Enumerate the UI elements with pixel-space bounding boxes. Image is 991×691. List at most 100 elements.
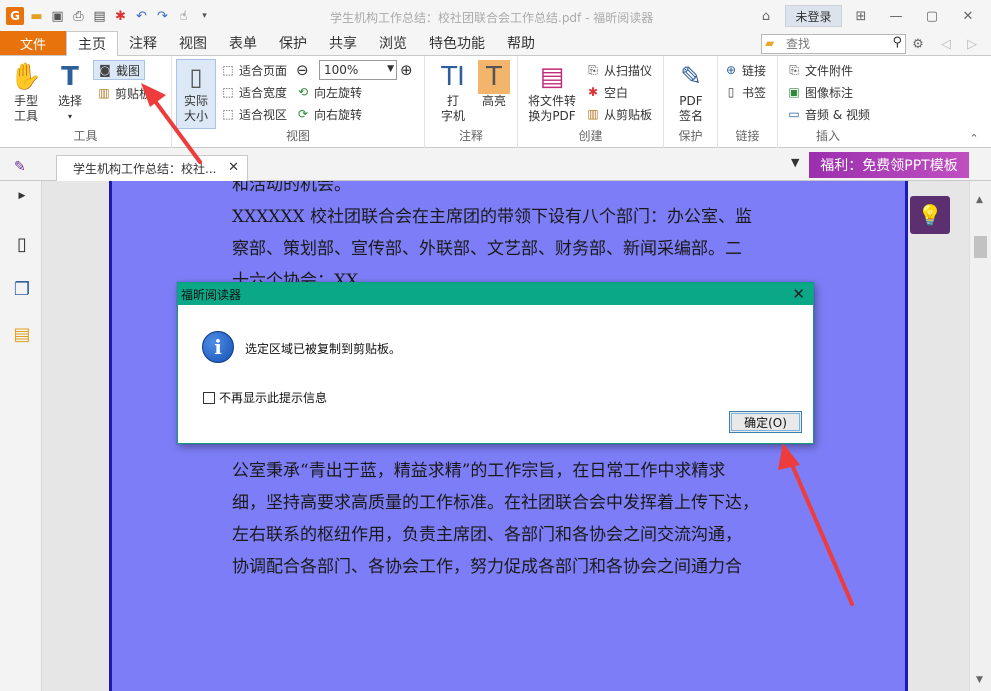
- checkbox-box[interactable]: [203, 391, 215, 404]
- audio-video-label: 音频 & 视频: [805, 107, 870, 122]
- tab-list-dropdown-icon[interactable]: ▼: [791, 156, 799, 169]
- dialog-title: 福昕阅读器: [181, 287, 242, 302]
- blank-button[interactable]: ✱ 空白: [586, 82, 628, 102]
- group-annotate: TI 打 字机 T 高亮 注释: [425, 56, 518, 148]
- group-tools-label: 工具: [73, 129, 98, 143]
- select-tool-button[interactable]: T 选择 ▾: [54, 60, 86, 124]
- quick-access-toolbar: G ▬ ▣ ⎙ ▤ ✱ ↶ ↷ ☝ ▾: [0, 7, 213, 25]
- image-icon: ▣: [788, 85, 800, 99]
- print-icon[interactable]: ⎙: [70, 8, 87, 25]
- fit-visible-label: 适合视区: [239, 107, 288, 122]
- typewriter-button[interactable]: TI 打 字机: [437, 60, 469, 124]
- grid-menu-icon[interactable]: ⊞: [851, 6, 871, 26]
- convert-to-pdf-button[interactable]: ▤ 将文件转 换为PDF: [528, 60, 576, 124]
- actual-size-button[interactable]: ▯ 实际 大小: [176, 59, 216, 129]
- dont-show-again-checkbox[interactable]: 不再显示此提示信息: [203, 389, 327, 406]
- redo-icon[interactable]: ↷: [154, 8, 171, 25]
- group-create: ▤ 将文件转 换为PDF ⎘ 从扫描仪 ✱ 空白 ▥ 从剪贴板 创建: [518, 56, 664, 148]
- login-button[interactable]: 未登录: [785, 5, 842, 27]
- tab-comment[interactable]: 注释: [118, 31, 168, 55]
- lightbulb-icon[interactable]: 💡: [910, 196, 950, 234]
- tab-view[interactable]: 视图: [168, 31, 218, 55]
- fit-visible-icon: ⬚: [222, 107, 234, 121]
- clipboard-create-icon: ▥: [587, 107, 599, 121]
- rotate-right-icon: ⟳: [297, 107, 309, 121]
- link-button[interactable]: ⊕ 链接: [724, 60, 766, 80]
- actual-size-label: 实际 大小: [183, 94, 208, 123]
- new-icon[interactable]: ✱: [112, 8, 129, 25]
- properties-icon[interactable]: ▤: [91, 8, 108, 25]
- find-tool-icon[interactable]: ▰: [765, 36, 774, 50]
- group-view-label: 视图: [285, 129, 310, 143]
- link-label: 链接: [742, 63, 767, 78]
- close-window-icon[interactable]: ✕: [958, 6, 978, 26]
- collapse-ribbon-icon[interactable]: ⌃: [964, 128, 984, 148]
- doc-line: 察部、策划部、宣传部、外联部、文艺部、财务部、新闻采编部。二: [232, 239, 742, 259]
- bookmark-icon: ▯: [727, 85, 735, 99]
- comments-panel-icon[interactable]: ▤: [12, 323, 32, 345]
- scroll-up-icon[interactable]: ▲: [976, 195, 983, 205]
- tab-home[interactable]: 主页: [66, 31, 118, 56]
- checkbox-label: 不再显示此提示信息: [219, 391, 328, 405]
- forward-nav-icon[interactable]: ▷: [962, 34, 982, 54]
- tab-browse[interactable]: 浏览: [368, 31, 418, 55]
- rotate-right-button[interactable]: ⟳ 向右旋转: [296, 104, 362, 124]
- settings-gear-icon[interactable]: ⚙: [908, 34, 928, 54]
- rotate-left-button[interactable]: ⟲ 向左旋转: [296, 82, 362, 102]
- doc-line: 协调配合各部门、各协会工作，努力促成各部门和各协会之间通力合: [232, 557, 742, 577]
- foxit-logo-icon[interactable]: G: [6, 7, 24, 25]
- tab-features[interactable]: 特色功能: [418, 31, 496, 55]
- promo-banner[interactable]: 福利：免费领PPT模板: [809, 152, 969, 178]
- tab-help[interactable]: 帮助: [496, 31, 546, 55]
- skin-icon[interactable]: ⌂: [756, 6, 776, 26]
- back-nav-icon[interactable]: ◁: [936, 34, 956, 54]
- vertical-scrollbar[interactable]: ▲ ▼: [969, 181, 991, 691]
- bookmark-panel-icon[interactable]: ▯: [12, 233, 32, 255]
- expand-panel-icon[interactable]: ▶: [12, 185, 32, 207]
- hand-tool-button[interactable]: ✋ 手型 工具: [10, 60, 42, 124]
- undo-icon[interactable]: ↶: [133, 8, 150, 25]
- sidebar-toggle-icon[interactable]: ✎: [14, 159, 32, 175]
- search-input[interactable]: [786, 37, 894, 51]
- tab-file[interactable]: 文件: [0, 31, 66, 55]
- clipboard-label: 剪贴板: [115, 86, 152, 101]
- pages-panel-icon[interactable]: ❐: [12, 278, 32, 300]
- scroll-thumb[interactable]: [974, 236, 987, 258]
- fit-width-button[interactable]: ⬚ 适合宽度: [221, 82, 287, 102]
- zoom-value: 100%: [324, 63, 359, 77]
- hand-tool-icon[interactable]: ☝: [175, 8, 192, 25]
- zoom-in-icon[interactable]: ⊕: [400, 60, 413, 80]
- ok-button[interactable]: 确定(O): [729, 411, 802, 433]
- tab-form[interactable]: 表单: [218, 31, 268, 55]
- highlight-label: 高亮: [481, 94, 506, 108]
- from-scanner-button[interactable]: ⎘ 从扫描仪: [586, 60, 652, 80]
- fit-visible-button[interactable]: ⬚ 适合视区: [221, 104, 287, 124]
- dialog-message: 选定区域已被复制到剪贴板。: [245, 342, 402, 356]
- clipboard-button[interactable]: ▥ 剪贴板 ▾: [97, 83, 159, 103]
- tab-protect[interactable]: 保护: [268, 31, 318, 55]
- audio-video-button[interactable]: ▭ 音频 & 视频: [787, 104, 870, 124]
- fit-page-button[interactable]: ⬚ 适合页面: [221, 60, 287, 80]
- close-tab-icon[interactable]: ✕: [228, 160, 239, 175]
- customize-dropdown-icon[interactable]: ▾: [196, 8, 213, 25]
- dialog-close-icon[interactable]: ✕: [792, 285, 805, 303]
- minimize-icon[interactable]: —: [886, 6, 906, 26]
- image-annotation-button[interactable]: ▣ 图像标注: [787, 82, 853, 102]
- maximize-icon[interactable]: ▢: [922, 6, 942, 26]
- screenshot-button[interactable]: ◙ 截图: [93, 60, 146, 80]
- from-clipboard-button[interactable]: ▥ 从剪贴板: [586, 104, 652, 124]
- link-globe-icon: ⊕: [725, 63, 737, 77]
- save-icon[interactable]: ▣: [49, 8, 66, 25]
- file-attachment-button[interactable]: ⎘ 文件附件: [787, 60, 853, 80]
- zoom-select[interactable]: 100% ▼: [319, 60, 397, 80]
- pdf-sign-label: PDF 签名: [678, 94, 703, 123]
- zoom-out-icon[interactable]: ⊖: [296, 60, 309, 80]
- document-tab[interactable]: 学生机构工作总结：校社... ✕: [56, 155, 248, 181]
- open-folder-icon[interactable]: ▬: [28, 8, 45, 25]
- pdf-sign-button[interactable]: ✎ PDF 签名: [675, 60, 707, 124]
- search-icon[interactable]: ⚲: [892, 35, 902, 50]
- tab-share[interactable]: 共享: [318, 31, 368, 55]
- bookmark-button[interactable]: ▯ 书签: [724, 82, 766, 102]
- highlight-button[interactable]: T 高亮: [478, 60, 510, 109]
- scroll-down-icon[interactable]: ▼: [976, 675, 983, 685]
